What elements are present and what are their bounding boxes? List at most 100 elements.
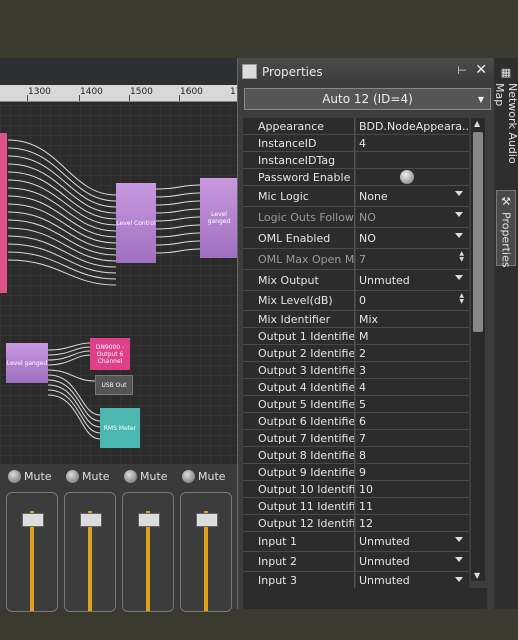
property-value[interactable]: Unmuted <box>356 532 469 551</box>
dropdown-arrow-icon[interactable] <box>455 212 463 217</box>
property-row[interactable]: Mic Logic None <box>243 186 469 207</box>
fader-knob[interactable] <box>22 513 44 527</box>
property-value[interactable]: 3 <box>356 362 469 378</box>
property-value-text: Unmuted <box>359 535 410 548</box>
scroll-down-icon[interactable]: ▼ <box>474 571 480 580</box>
property-value-text: NO <box>359 210 376 224</box>
mute-toggle[interactable]: Mute <box>66 470 110 483</box>
property-value[interactable]: None <box>356 186 469 206</box>
property-value[interactable]: 12 <box>356 515 469 531</box>
property-row[interactable]: Password Enable <box>243 169 469 186</box>
property-row[interactable]: Output 8 Identifier 8 <box>243 447 469 464</box>
dropdown-arrow-icon[interactable] <box>455 537 463 542</box>
usb-out-block[interactable]: USB Out <box>95 375 133 395</box>
property-row[interactable]: +AppearanceBDD.NodeAppeara... <box>243 118 469 135</box>
property-value[interactable]: 9 <box>356 464 469 480</box>
scroll-up-icon[interactable]: ▲ <box>474 119 480 128</box>
property-row[interactable]: Output 5 Identifier 5 <box>243 396 469 413</box>
property-value[interactable] <box>356 169 469 185</box>
property-value[interactable]: 0 ▲ ▼ <box>356 291 469 310</box>
mute-toggle[interactable]: Mute <box>182 470 226 483</box>
properties-title: Properties <box>262 64 323 79</box>
toggle-knob[interactable] <box>400 170 414 184</box>
dropdown-arrow-icon[interactable] <box>455 275 463 280</box>
spinner-icon[interactable]: ▲ ▼ <box>459 251 464 263</box>
level-control-block[interactable]: Level Control <box>116 183 156 263</box>
property-row[interactable]: Mix Output Unmuted <box>243 270 469 291</box>
property-name: Output 9 Identifier <box>243 464 355 480</box>
property-row[interactable]: InstanceIDTag <box>243 152 469 169</box>
tab-network-audio-map[interactable]: ▦ Network Audio Map <box>493 62 518 182</box>
property-value[interactable]: 6 <box>356 413 469 429</box>
property-name: Output 11 Identifier <box>243 498 355 514</box>
dropdown-arrow-icon[interactable] <box>455 577 463 582</box>
property-value[interactable]: Unmuted <box>356 552 469 571</box>
tab-properties[interactable]: ⚒ Properties <box>496 190 516 268</box>
dropdown-arrow-icon[interactable] <box>455 233 463 238</box>
property-row[interactable]: Input 2 Unmuted <box>243 552 469 572</box>
property-value[interactable]: 4 <box>356 379 469 395</box>
property-value[interactable]: 7 ▲ ▼ <box>356 249 469 269</box>
property-row[interactable]: OML Enabled NO <box>243 228 469 249</box>
property-value[interactable]: 11 <box>356 498 469 514</box>
property-row[interactable]: Input 3 Unmuted <box>243 572 469 589</box>
property-value[interactable]: NO <box>356 207 469 227</box>
property-value-text: 2 <box>359 346 366 360</box>
dropdown-arrow-icon[interactable] <box>455 191 463 196</box>
fader-knob[interactable] <box>138 513 160 527</box>
property-row[interactable]: Output 4 Identifier 4 <box>243 379 469 396</box>
spinner-icon[interactable]: ▲ ▼ <box>459 293 464 305</box>
dn-output-block[interactable]: DN9000 - Output 6 Channel <box>90 338 130 370</box>
property-row[interactable]: Output 9 Identifier 9 <box>243 464 469 481</box>
scrollbar-thumb[interactable] <box>473 132 483 332</box>
level-ganged-block-mid[interactable]: Level ganged <box>6 343 48 383</box>
fader-knob[interactable] <box>80 513 102 527</box>
property-row[interactable]: Output 12 Identifier 12 <box>243 515 469 532</box>
level-ganged-block-top[interactable]: Level ganged <box>200 178 238 258</box>
property-value[interactable]: BDD.NodeAppeara... <box>356 118 469 134</box>
property-grid-scrollbar[interactable]: ▲ ▼ <box>471 118 485 581</box>
property-value-text: Unmuted <box>359 555 410 568</box>
property-value[interactable]: 8 <box>356 447 469 463</box>
dropdown-arrow-icon[interactable] <box>455 557 463 562</box>
pin-icon[interactable]: ⊢ <box>457 64 467 77</box>
property-value-text: Unmuted <box>359 273 410 287</box>
property-row[interactable]: OML Max Open Mics 7 ▲▼ <box>243 249 469 270</box>
property-value[interactable]: 7 <box>356 430 469 446</box>
property-row[interactable]: Mix Level(dB) 0 ▲ ▼ <box>243 291 469 311</box>
property-value[interactable]: 4 <box>356 135 469 151</box>
property-value[interactable]: Unmuted <box>356 572 469 588</box>
object-selector[interactable]: Auto 12 (ID=4) ▼ <box>244 88 491 110</box>
property-row[interactable]: Output 3 Identifier 3 <box>243 362 469 379</box>
level-ganged-label: Level ganged <box>6 359 48 367</box>
ruler-tick: 1600 <box>180 87 203 97</box>
property-value[interactable]: 10 <box>356 481 469 497</box>
property-row[interactable]: InstanceID 4 <box>243 135 469 152</box>
property-row[interactable]: Output 7 Identifier 7 <box>243 430 469 447</box>
property-value[interactable]: Unmuted <box>356 270 469 290</box>
close-button[interactable]: ✕ <box>475 62 487 78</box>
property-row[interactable]: Output 6 Identifier 6 <box>243 413 469 430</box>
property-row[interactable]: Input 1 Unmuted <box>243 532 469 552</box>
property-value-text: 4 <box>359 380 366 394</box>
property-value[interactable] <box>356 152 469 168</box>
property-value-text: M <box>359 329 369 343</box>
property-row[interactable]: Output 2 Identifier 2 <box>243 345 469 362</box>
property-value[interactable]: M <box>356 328 469 344</box>
usb-out-label: USB Out <box>101 381 127 389</box>
property-value[interactable]: 2 <box>356 345 469 361</box>
mute-toggle[interactable]: Mute <box>124 470 168 483</box>
property-row[interactable]: Output 11 Identifier 11 <box>243 498 469 515</box>
property-row[interactable]: Mix Identifier Mix <box>243 311 469 328</box>
rms-meter-block[interactable]: RMS Meter <box>100 408 140 448</box>
property-value[interactable]: 5 <box>356 396 469 412</box>
property-value-text: 7 <box>359 431 366 445</box>
property-row[interactable]: Logic Outs Follow NO <box>243 207 469 228</box>
fader-knob[interactable] <box>196 513 218 527</box>
property-value[interactable]: Mix <box>356 311 469 327</box>
property-row[interactable]: Output 10 Identifier 10 <box>243 481 469 498</box>
canvas-header <box>0 58 238 85</box>
property-value[interactable]: NO <box>356 228 469 248</box>
mute-toggle[interactable]: Mute <box>8 470 52 483</box>
property-row[interactable]: Output 1 Identifier M <box>243 328 469 345</box>
